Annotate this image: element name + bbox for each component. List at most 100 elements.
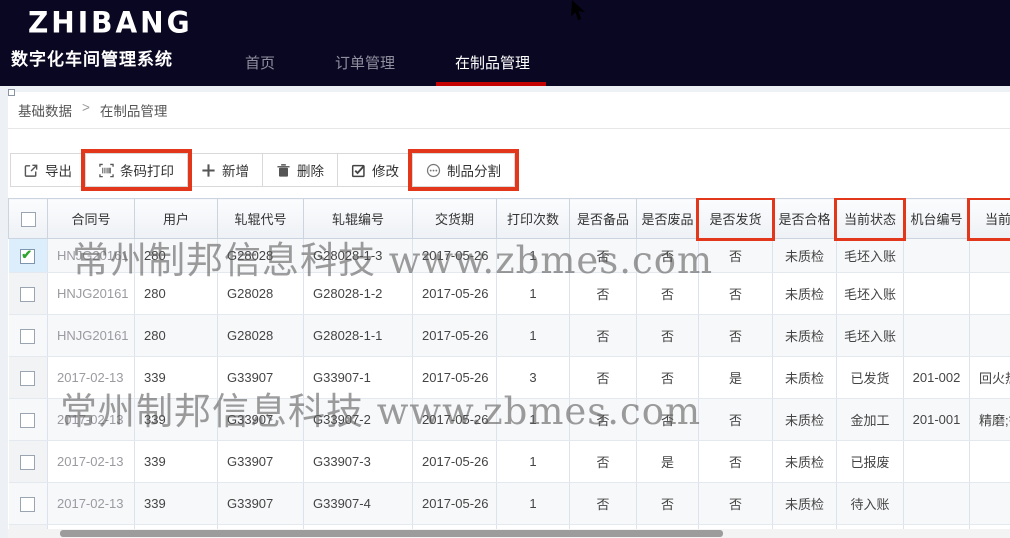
cell-status: 金加工 <box>837 399 904 441</box>
cell-is_qualified: 未质检 <box>773 357 837 399</box>
row-select-cell <box>9 441 48 483</box>
nav-tab-wip[interactable]: 在制品管理 <box>455 52 530 73</box>
export-button[interactable]: 导出 <box>10 153 86 187</box>
column-header-label: 机台编号 <box>910 212 962 227</box>
collapse-toggle[interactable] <box>8 89 15 96</box>
product-split-button-wrap: 制品分割 <box>413 153 515 187</box>
split-icon <box>426 163 441 178</box>
breadcrumb: 基础数据 > 在制品管理 <box>18 100 167 120</box>
screen: ZHIBANG 数字化车间管理系统 首页订单管理在制品管理 基础数据 > 在制品… <box>0 0 1010 538</box>
cell-delivery: 2017-05-26 <box>413 399 497 441</box>
row-checkbox[interactable] <box>20 329 35 344</box>
row-select-cell <box>9 239 48 273</box>
table-header: 合同号用户轧辊代号轧辊编号交货期打印次数是否备品是否废品是否发货是否合格当前状态… <box>9 199 1010 239</box>
cell-roll_code: G28028 <box>218 315 304 357</box>
cell-roll_no: G33907-4 <box>304 483 413 525</box>
wip-table: 合同号用户轧辊代号轧辊编号交货期打印次数是否备品是否废品是否发货是否合格当前状态… <box>8 198 1010 529</box>
table-row[interactable]: 2017-02-13339G33907G33907-42017-05-261否否… <box>9 483 1010 525</box>
column-header-label: 交货期 <box>435 212 474 227</box>
barcode-print-button-label: 条码打印 <box>120 160 174 180</box>
cell-status: 毛坯入账 <box>837 273 904 315</box>
cell-roll_code: G33907 <box>218 483 304 525</box>
cell-is_shipped: 否 <box>699 273 773 315</box>
table-row[interactable]: HNJG20161280G28028G28028-1-12017-05-261否… <box>9 315 1010 357</box>
nav-tab-orders[interactable]: 订单管理 <box>335 52 395 73</box>
delete-button-wrap: 删除 <box>263 153 338 187</box>
cell-user: 339 <box>135 357 218 399</box>
cell-user: 339 <box>135 441 218 483</box>
breadcrumb-item-parent[interactable]: 基础数据 <box>18 100 72 120</box>
barcode-print-button[interactable]: 条码打印 <box>85 153 188 187</box>
cell-print_count: 1 <box>497 315 570 357</box>
cell-machine_no <box>904 483 970 525</box>
column-header-print_count: 打印次数 <box>497 199 570 239</box>
row-checkbox[interactable] <box>20 249 35 264</box>
column-header-is_scrap: 是否废品 <box>637 199 699 239</box>
table-row[interactable]: 2017-02-13339G33907G33907-12017-05-263否否… <box>9 357 1010 399</box>
cell-print_count: 1 <box>497 239 570 273</box>
toolbar: 导出 条码打印新增删除修改制品分割 <box>10 153 515 187</box>
column-header-label: 轧辊代号 <box>234 212 286 227</box>
row-checkbox[interactable] <box>20 497 35 512</box>
cell-machine_no <box>904 273 970 315</box>
horizontal-scrollbar[interactable] <box>8 529 1010 538</box>
cell-is_qualified: 未质检 <box>773 399 837 441</box>
cell-print_count: 1 <box>497 399 570 441</box>
cell-roll_no: G28028-1-2 <box>304 273 413 315</box>
row-checkbox[interactable] <box>20 371 35 386</box>
cell-status: 待入账 <box>837 483 904 525</box>
cell-status: 毛坯入账 <box>837 239 904 273</box>
cell-is_spare: 否 <box>570 357 637 399</box>
mouse-cursor-icon <box>569 0 591 22</box>
row-select-cell <box>9 483 48 525</box>
modify-button[interactable]: 修改 <box>337 153 413 187</box>
cell-is_scrap: 否 <box>637 357 699 399</box>
cell-is_shipped: 否 <box>699 315 773 357</box>
cell-delivery: 2017-05-26 <box>413 483 497 525</box>
cell-process <box>970 239 1010 273</box>
cell-is_spare: 否 <box>570 273 637 315</box>
add-button[interactable]: 新增 <box>187 153 263 187</box>
cell-is_qualified: 未质检 <box>773 483 837 525</box>
product-split-button[interactable]: 制品分割 <box>412 153 515 187</box>
export-icon <box>24 163 39 178</box>
cell-process: 精磨;钻眼 <box>970 399 1010 441</box>
cell-roll_code: G28028 <box>218 239 304 273</box>
cell-machine_no: 201-002 <box>904 357 970 399</box>
plus-icon <box>201 163 216 178</box>
select-all-checkbox[interactable] <box>21 212 36 227</box>
cell-roll_no: G28028-1-1 <box>304 315 413 357</box>
table-row[interactable]: 2017-02-13339G33907G33907-22017-05-261否否… <box>9 399 1010 441</box>
table-row[interactable]: HNJG20161280G28028G28028-1-22017-05-261否… <box>9 273 1010 315</box>
scrollbar-thumb[interactable] <box>60 530 723 537</box>
row-checkbox[interactable] <box>20 413 35 428</box>
cell-is_spare: 否 <box>570 441 637 483</box>
cell-process: 回火热处理 <box>970 357 1010 399</box>
cell-contract: HNJG20161 <box>48 239 135 273</box>
main-nav: 首页 订单管理 在制品管理 <box>245 52 590 73</box>
column-header-roll_code: 轧辊代号 <box>218 199 304 239</box>
row-select-cell <box>9 273 48 315</box>
table-row[interactable]: HNJG20161280G28028G28028-1-32017-05-261否… <box>9 239 1010 273</box>
row-checkbox[interactable] <box>20 287 35 302</box>
cell-user: 280 <box>135 273 218 315</box>
column-header-status: 当前状态 <box>837 199 904 239</box>
column-header-label: 当前工序 <box>985 212 1010 227</box>
cell-is_shipped: 否 <box>699 441 773 483</box>
cell-contract: 2017-02-13 <box>48 357 135 399</box>
app-header: ZHIBANG 数字化车间管理系统 首页订单管理在制品管理 <box>0 0 1010 86</box>
cell-roll_no: G28028-1-3 <box>304 239 413 273</box>
cell-print_count: 3 <box>497 357 570 399</box>
row-select-cell <box>9 315 48 357</box>
nav-tab-home[interactable]: 首页 <box>245 52 275 73</box>
column-header-roll_no: 轧辊编号 <box>304 199 413 239</box>
table-row[interactable]: 2017-02-13339G33907G33907-32017-05-261否是… <box>9 441 1010 483</box>
row-checkbox[interactable] <box>20 455 35 470</box>
delete-button[interactable]: 删除 <box>262 153 338 187</box>
export-button-label: 导出 <box>45 160 72 180</box>
cell-delivery: 2017-05-26 <box>413 441 497 483</box>
cell-is_qualified: 未质检 <box>773 315 837 357</box>
cell-is_spare: 否 <box>570 239 637 273</box>
cell-machine_no <box>904 315 970 357</box>
column-header-process: 当前工序 <box>970 199 1010 239</box>
